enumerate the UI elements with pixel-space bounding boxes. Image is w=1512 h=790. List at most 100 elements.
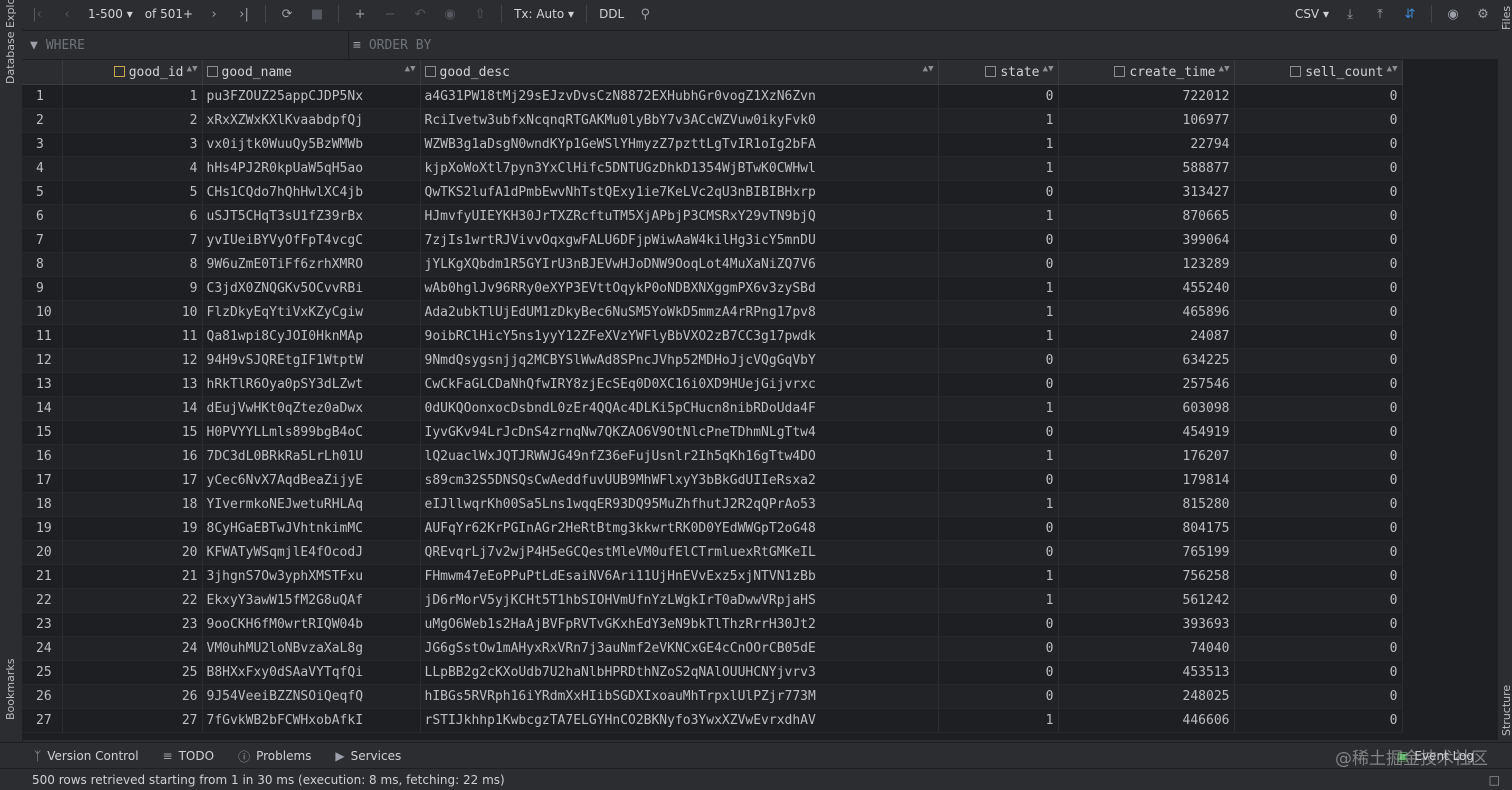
state-cell[interactable]: 0	[938, 420, 1059, 445]
sell-count-cell[interactable]: 0	[1234, 300, 1403, 325]
create-time-cell[interactable]: 804175	[1058, 516, 1235, 541]
good-id-cell[interactable]: 16	[62, 444, 203, 469]
create-time-cell[interactable]: 465896	[1058, 300, 1235, 325]
good-desc-cell[interactable]: 9oibRClHicY5ns1yyY12ZFeXVzYWFlyBbVXO2zB7…	[420, 324, 939, 349]
table-row[interactable]: 13 13 hRkTlR6Oya0pSY3dLZwt CwCkFaGLCDaNhQfw…	[22, 372, 1403, 397]
state-cell[interactable]: 1	[938, 204, 1059, 229]
good-desc-cell[interactable]: hIBGs5RVRph16iYRdmXxHIibSGDXIxoauMhTrpxl…	[420, 684, 939, 709]
row-number-cell[interactable]: 21	[22, 564, 63, 589]
good-desc-cell[interactable]: Ada2ubkTlUjEdUM1zDkyBec6NuSM5YoWkD5mmzA4…	[420, 300, 939, 325]
todo-tab[interactable]: ≡ TODO	[163, 749, 215, 763]
sell-count-cell[interactable]: 0	[1234, 156, 1403, 181]
ddl-button[interactable]: DDL	[595, 3, 628, 25]
state-cell[interactable]: 0	[938, 372, 1059, 397]
good-name-cell[interactable]: VM0uhMU2loNBvzaXaL8g	[202, 636, 421, 661]
table-row[interactable]: 15 15 H0PVYYLLmls899bgB4oC IyvGKv94LrJcDnS4…	[22, 420, 1403, 445]
row-number-cell[interactable]: 9	[22, 276, 63, 301]
create-time-cell[interactable]: 634225	[1058, 348, 1235, 373]
create-time-cell[interactable]: 588877	[1058, 156, 1235, 181]
sort-arrows-icon[interactable]: ▲▼	[1219, 64, 1230, 74]
table-row[interactable]: 12 12 94H9vSJQREtgIF1WtptW 9NmdQsygsnjjq2MC…	[22, 348, 1403, 373]
sell-count-cell[interactable]: 0	[1234, 636, 1403, 661]
row-number-cell[interactable]: 17	[22, 468, 63, 493]
upload-icon[interactable]: ⤒	[1367, 3, 1393, 25]
row-number-cell[interactable]: 7	[22, 228, 63, 253]
state-cell[interactable]: 0	[938, 540, 1059, 565]
row-number-cell[interactable]: 8	[22, 252, 63, 277]
add-row-icon[interactable]: +	[347, 3, 373, 25]
sell-count-cell[interactable]: 0	[1234, 348, 1403, 373]
sell-count-cell[interactable]: 0	[1234, 252, 1403, 277]
table-row[interactable]: 19 19 8CyHGaEBTwJVhtnkimMC AUFqYr62KrPGInAG…	[22, 516, 1403, 541]
state-cell[interactable]: 1	[938, 444, 1059, 469]
create-time-cell[interactable]: 870665	[1058, 204, 1235, 229]
table-row[interactable]: 20 20 KFWATyWSqmjlE4fOcodJ QREvqrLj7v2wjP4H…	[22, 540, 1403, 565]
good-desc-cell[interactable]: WZWB3g1aDsgN0wndKYp1GeWSlYHmyzZ7pzttLgTv…	[420, 132, 939, 157]
row-number-cell[interactable]: 25	[22, 660, 63, 685]
row-number-cell[interactable]: 23	[22, 612, 63, 637]
state-cell[interactable]: 0	[938, 516, 1059, 541]
good-name-cell[interactable]: hRkTlR6Oya0pSY3dLZwt	[202, 372, 421, 397]
table-row[interactable]: 3 3 vx0ijtk0WuuQy5BzWMWb WZWB3g1aDsgN0wndKY…	[22, 132, 1403, 157]
good-desc-cell[interactable]: AUFqYr62KrPGInAGr2HeRtBtmg3kkwrtRK0D0YEd…	[420, 516, 939, 541]
good-id-cell[interactable]: 2	[62, 108, 203, 133]
create-time-cell[interactable]: 453513	[1058, 660, 1235, 685]
create-time-cell[interactable]: 603098	[1058, 396, 1235, 421]
row-number-cell[interactable]: 11	[22, 324, 63, 349]
good-name-cell[interactable]: vx0ijtk0WuuQy5BzWMWb	[202, 132, 421, 157]
create-time-cell[interactable]: 454919	[1058, 420, 1235, 445]
settings-gear-icon[interactable]: ⚙	[1470, 3, 1496, 25]
good-desc-cell[interactable]: jD6rMorV5yjKCHt5T1hbSIOHVmUfnYzLWgkIrT0a…	[420, 588, 939, 613]
sell-count-cell[interactable]: 0	[1234, 564, 1403, 589]
table-row[interactable]: 27 27 7fGvkWB2bFCWHxobAfkI rSTIJkhhp1Kwbcgz…	[22, 708, 1403, 733]
create-time-cell[interactable]: 393693	[1058, 612, 1235, 637]
create-time-cell[interactable]: 561242	[1058, 588, 1235, 613]
good-id-cell[interactable]: 3	[62, 132, 203, 157]
good-id-cell[interactable]: 14	[62, 396, 203, 421]
table-row[interactable]: 6 6 uSJT5CHqT3sU1fZ39rBx HJmvfyUIEYKH30JrTX…	[22, 204, 1403, 229]
good-desc-cell[interactable]: RciIvetw3ubfxNcqnqRTGAKMu0lyBbY7v3ACcWZV…	[420, 108, 939, 133]
good-name-cell[interactable]: pu3FZOUZ25appCJDP5Nx	[202, 84, 421, 109]
state-cell[interactable]: 1	[938, 276, 1059, 301]
state-cell[interactable]: 1	[938, 564, 1059, 589]
table-row[interactable]: 14 14 dEujVwHKt0qZtez0aDwx 0dUKQOonxocDsbnd…	[22, 396, 1403, 421]
good-id-cell[interactable]: 8	[62, 252, 203, 277]
state-cell[interactable]: 1	[938, 108, 1059, 133]
table-row[interactable]: 16 16 7DC3dL0BRkRa5LrLh01U lQ2uaclWxJQTJRWW…	[22, 444, 1403, 469]
good-name-cell[interactable]: H0PVYYLLmls899bgB4oC	[202, 420, 421, 445]
good-id-cell[interactable]: 15	[62, 420, 203, 445]
good-name-cell[interactable]: yCec6NvX7AqdBeaZijyE	[202, 468, 421, 493]
good-name-cell[interactable]: 3jhgnS7Ow3yphXMSTFxu	[202, 564, 421, 589]
row-number-cell[interactable]: 20	[22, 540, 63, 565]
create-time-cell[interactable]: 123289	[1058, 252, 1235, 277]
row-number-cell[interactable]: 6	[22, 204, 63, 229]
next-page-icon[interactable]: ›	[201, 3, 227, 25]
good-name-cell[interactable]: 9ooCKH6fM0wrtRIQW04b	[202, 612, 421, 637]
sell-count-cell[interactable]: 0	[1234, 132, 1403, 157]
prev-page-icon[interactable]: ‹	[54, 3, 80, 25]
page-range-select[interactable]: 1-500 ▾	[84, 3, 137, 25]
good-name-cell[interactable]: 7fGvkWB2bFCWHxobAfkI	[202, 708, 421, 733]
create-time-cell[interactable]: 815280	[1058, 492, 1235, 517]
state-cell[interactable]: 1	[938, 708, 1059, 733]
good-desc-cell[interactable]: IyvGKv94LrJcDnS4zrnqNw7QKZAO6V9OtNlcPneT…	[420, 420, 939, 445]
create-time-cell[interactable]: 399064	[1058, 228, 1235, 253]
good-desc-cell[interactable]: CwCkFaGLCDaNhQfwIRY8zjEcSEq0D0XC16i0XD9H…	[420, 372, 939, 397]
good-desc-cell[interactable]: QREvqrLj7v2wjP4H5eGCQestMleVM0ufElCTrmlu…	[420, 540, 939, 565]
create-time-cell[interactable]: 176207	[1058, 444, 1235, 469]
good-name-cell[interactable]: yvIUeiBYVyOfFpT4vcgC	[202, 228, 421, 253]
create-time-cell[interactable]: 248025	[1058, 684, 1235, 709]
lock-icon[interactable]: □	[1489, 773, 1500, 787]
sell-count-cell[interactable]: 0	[1234, 492, 1403, 517]
good-id-cell[interactable]: 9	[62, 276, 203, 301]
sell-count-cell[interactable]: 0	[1234, 84, 1403, 109]
create-time-cell[interactable]: 22794	[1058, 132, 1235, 157]
sell-count-cell[interactable]: 0	[1234, 708, 1403, 733]
good-desc-cell[interactable]: uMgO6Web1s2HaAjBVFpRVTvGKxhEdY3eN9bkTlTh…	[420, 612, 939, 637]
structure-tab[interactable]: Structure	[1500, 685, 1512, 736]
create-time-cell[interactable]: 722012	[1058, 84, 1235, 109]
state-cell[interactable]: 0	[938, 348, 1059, 373]
good-id-cell[interactable]: 20	[62, 540, 203, 565]
good-id-cell[interactable]: 21	[62, 564, 203, 589]
table-row[interactable]: 23 23 9ooCKH6fM0wrtRIQW04b uMgO6Web1s2HaAjB…	[22, 612, 1403, 637]
